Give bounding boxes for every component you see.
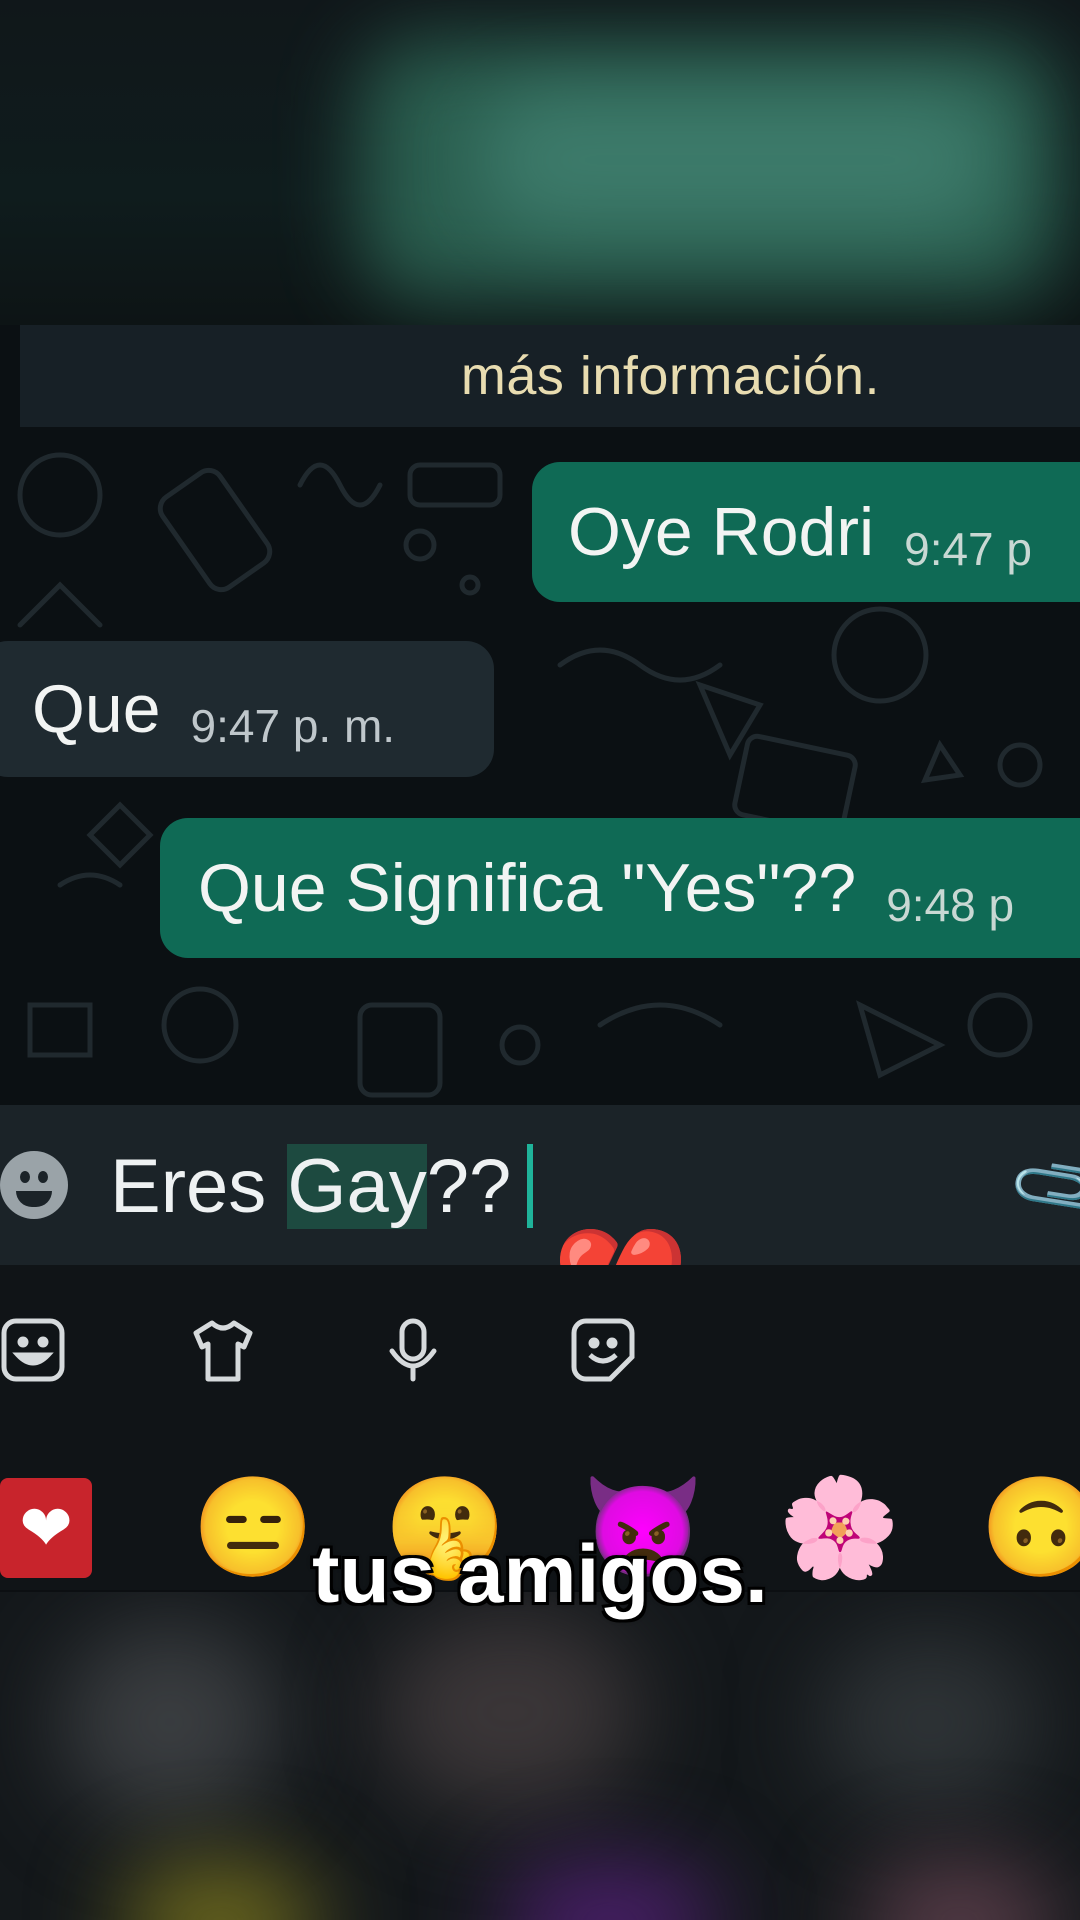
input-text: Eres xyxy=(110,1144,288,1229)
text-caret xyxy=(527,1144,534,1228)
compose-bar[interactable]: Eres Gay?? 📎 xyxy=(0,1105,1080,1265)
tshirt-icon[interactable] xyxy=(190,1317,256,1383)
blurred-shape xyxy=(480,90,1000,230)
keyboard-toolbar xyxy=(0,1265,1080,1395)
message-text: Que xyxy=(32,671,161,747)
message-bubble-incoming[interactable]: Que 9:47 p. m. xyxy=(0,641,494,777)
microphone-icon[interactable] xyxy=(380,1317,446,1383)
chat-area[interactable]: más información. Oye Rodri 9:47 p Que 9:… xyxy=(0,325,1080,1105)
message-bubble-outgoing[interactable]: Que Significa "Yes"?? 9:48 p xyxy=(160,818,1080,958)
attach-icon[interactable]: 📎 xyxy=(1003,1126,1080,1252)
input-highlighted-word: Gay xyxy=(287,1144,427,1229)
blurred-footer xyxy=(0,1592,1080,1920)
emoji-keyboard-icon[interactable] xyxy=(0,1317,66,1383)
message-text: Oye Rodri xyxy=(568,494,875,570)
message-time: 9:48 p xyxy=(886,879,1015,931)
message-text: Que Significa "Yes"?? xyxy=(198,850,857,926)
message-input[interactable]: Eres Gay?? xyxy=(110,1143,534,1230)
message-time: 9:47 p. m. xyxy=(190,700,396,752)
sticker-icon[interactable] xyxy=(570,1317,636,1383)
message-bubble-outgoing[interactable]: Oye Rodri 9:47 p xyxy=(532,462,1080,602)
emoji-icon[interactable] xyxy=(0,1151,68,1219)
system-message-text: más información. xyxy=(460,346,880,406)
blurred-header xyxy=(0,0,1080,325)
system-message: más información. xyxy=(20,325,1080,427)
video-subtitle: tus amigos. xyxy=(312,1529,768,1620)
input-text-end: ?? xyxy=(426,1144,512,1229)
keyboard-spacer xyxy=(0,1395,1080,1470)
message-time: 9:47 p xyxy=(904,523,1033,575)
